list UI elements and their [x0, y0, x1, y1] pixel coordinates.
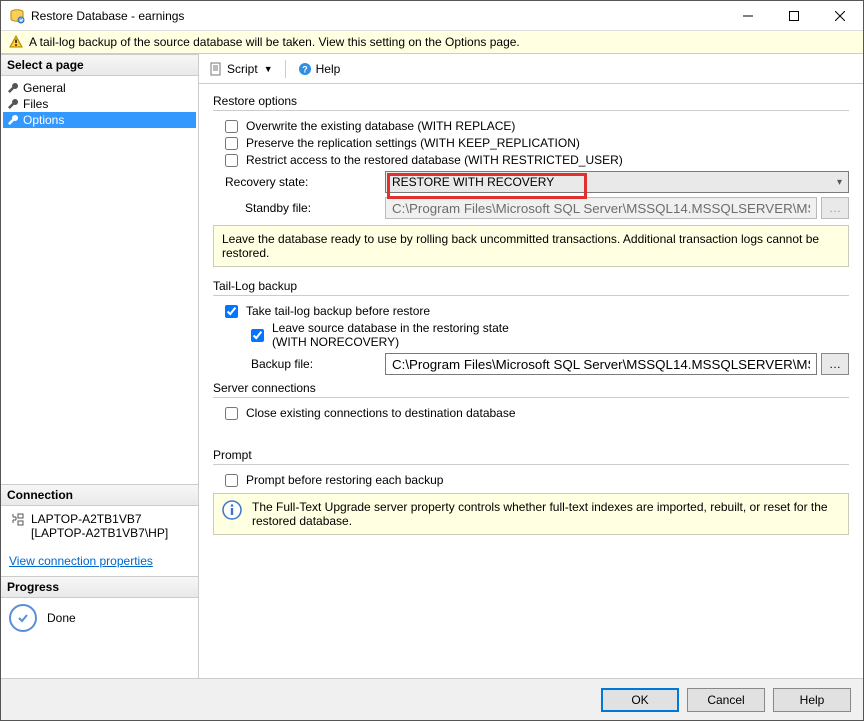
restrict-checkbox[interactable] [225, 154, 238, 167]
row-take-taillog: Take tail-log backup before restore [225, 304, 849, 318]
close-connections-label: Close existing connections to destinatio… [246, 406, 516, 420]
select-page-header: Select a page [1, 54, 198, 76]
recovery-state-label: Recovery state: [225, 175, 385, 189]
wrench-icon [7, 98, 19, 110]
leave-restoring-checkbox[interactable] [251, 329, 264, 342]
maximize-button[interactable] [771, 1, 817, 31]
row-close-connections: Close existing connections to destinatio… [225, 406, 849, 420]
recovery-description: Leave the database ready to use by rolli… [213, 225, 849, 267]
help-button[interactable]: ? Help [294, 60, 345, 78]
take-taillog-label: Take tail-log backup before restore [246, 304, 430, 318]
take-taillog-checkbox[interactable] [225, 305, 238, 318]
backup-file-input[interactable] [385, 353, 817, 375]
app-icon [9, 8, 25, 24]
separator [213, 110, 849, 111]
preserve-checkbox[interactable] [225, 137, 238, 150]
connection-info: LAPTOP-A2TB1VB7 [LAPTOP-A2TB1VB7\HP] [1, 506, 198, 546]
server-icon [9, 512, 25, 540]
close-connections-checkbox[interactable] [225, 407, 238, 420]
taillog-group: Tail-Log backup [213, 279, 849, 293]
help-icon: ? [298, 62, 312, 76]
recovery-state-value: RESTORE WITH RECOVERY [392, 175, 554, 189]
nav-label: Options [23, 113, 64, 127]
row-prompt: Prompt before restoring each backup [225, 473, 849, 487]
server-name: LAPTOP-A2TB1VB7 [31, 512, 168, 526]
row-preserve: Preserve the replication settings (WITH … [225, 136, 849, 150]
help-button-bottom[interactable]: Help [773, 688, 851, 712]
toolbar-separator [285, 60, 286, 78]
nav-label: General [23, 81, 66, 95]
separator [213, 295, 849, 296]
prompt-label: Prompt before restoring each backup [246, 473, 443, 487]
row-restrict: Restrict access to the restored database… [225, 153, 849, 167]
recovery-state-combo[interactable]: RESTORE WITH RECOVERY ▾ [385, 171, 849, 193]
script-button[interactable]: Script ▼ [205, 60, 277, 78]
backup-file-label: Backup file: [251, 357, 385, 371]
cancel-button[interactable]: Cancel [687, 688, 765, 712]
left-panel: Select a page General Files Options Conn… [1, 54, 199, 678]
fulltext-info-text: The Full-Text Upgrade server property co… [252, 500, 840, 528]
options-content: Restore options Overwrite the existing d… [199, 84, 863, 678]
close-button[interactable] [817, 1, 863, 31]
warning-bar: A tail-log backup of the source database… [1, 31, 863, 54]
login-name: [LAPTOP-A2TB1VB7\HP] [31, 526, 168, 540]
progress-header: Progress [1, 576, 198, 598]
standby-file-input [385, 197, 817, 219]
fulltext-info-box: The Full-Text Upgrade server property co… [213, 493, 849, 535]
view-connection-properties-link[interactable]: View connection properties [1, 546, 198, 576]
progress-label: Done [47, 611, 76, 625]
help-label: Help [316, 62, 341, 76]
wrench-icon [7, 82, 19, 94]
separator [213, 464, 849, 465]
overwrite-label: Overwrite the existing database (WITH RE… [246, 119, 515, 133]
nav-item-general[interactable]: General [3, 80, 196, 96]
connection-header: Connection [1, 484, 198, 506]
minimize-button[interactable] [725, 1, 771, 31]
ok-button[interactable]: OK [601, 688, 679, 712]
window-title: Restore Database - earnings [31, 9, 725, 23]
done-icon [9, 604, 37, 632]
warning-text: A tail-log backup of the source database… [29, 35, 520, 49]
svg-text:?: ? [302, 64, 308, 74]
progress-status: Done [1, 598, 198, 638]
info-icon [222, 500, 242, 520]
row-overwrite: Overwrite the existing database (WITH RE… [225, 119, 849, 133]
standby-browse-button: … [821, 197, 849, 219]
leave-restoring-label: Leave source database in the restoring s… [272, 321, 509, 349]
prompt-group: Prompt [213, 448, 849, 462]
row-leave-restoring: Leave source database in the restoring s… [251, 321, 849, 349]
right-panel: Script ▼ ? Help Restore options Overwrit… [199, 54, 863, 678]
dropdown-arrow-icon: ▼ [264, 64, 273, 74]
chevron-down-icon: ▾ [837, 177, 842, 188]
script-label: Script [227, 62, 258, 76]
separator [213, 397, 849, 398]
page-nav: General Files Options [1, 76, 198, 132]
preserve-label: Preserve the replication settings (WITH … [246, 136, 580, 150]
overwrite-checkbox[interactable] [225, 120, 238, 133]
prompt-checkbox[interactable] [225, 474, 238, 487]
wrench-icon [7, 114, 19, 126]
nav-item-files[interactable]: Files [3, 96, 196, 112]
standby-file-row: Standby file: … [225, 197, 849, 219]
recovery-state-row: Recovery state: RESTORE WITH RECOVERY ▾ [225, 171, 849, 193]
script-icon [209, 62, 223, 76]
nav-label: Files [23, 97, 48, 111]
titlebar: Restore Database - earnings [1, 1, 863, 31]
backup-file-row: Backup file: … [251, 353, 849, 375]
restore-database-dialog: Restore Database - earnings A tail-log b… [0, 0, 864, 721]
standby-file-label: Standby file: [225, 201, 385, 215]
button-bar: OK Cancel Help [1, 678, 863, 720]
serverconn-group: Server connections [213, 381, 849, 395]
restore-options-group: Restore options [213, 94, 849, 108]
backup-browse-button[interactable]: … [821, 353, 849, 375]
warning-icon [9, 35, 23, 49]
nav-item-options[interactable]: Options [3, 112, 196, 128]
restrict-label: Restrict access to the restored database… [246, 153, 623, 167]
toolbar: Script ▼ ? Help [199, 54, 863, 84]
